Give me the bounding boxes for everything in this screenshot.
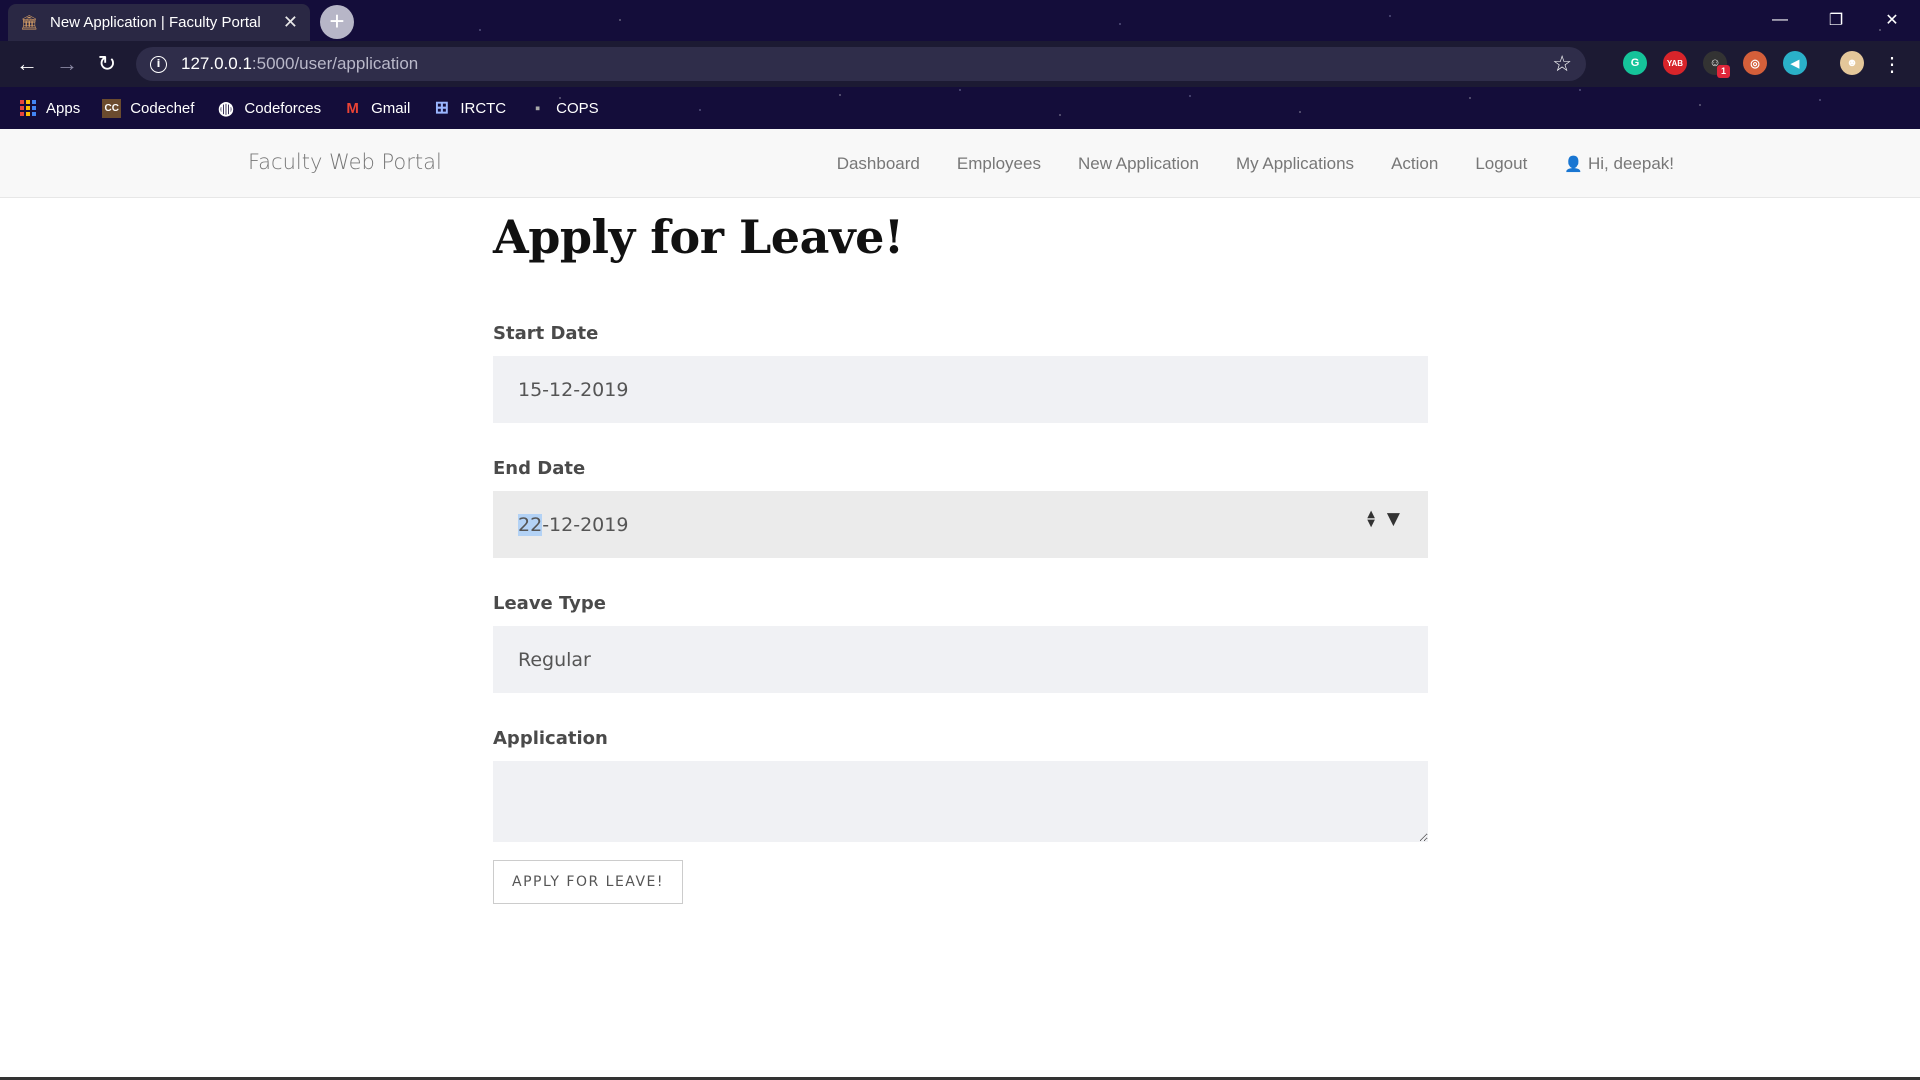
bookmark-gmail[interactable]: M Gmail bbox=[343, 99, 410, 118]
irctc-icon: ⊞ bbox=[434, 98, 449, 117]
bookmark-cops[interactable]: ▪ COPS bbox=[528, 99, 599, 118]
nav-my-applications[interactable]: My Applications bbox=[1236, 154, 1354, 174]
forward-arrow-icon[interactable]: → bbox=[52, 49, 82, 79]
apps-grid-icon bbox=[18, 99, 37, 118]
start-date-group: Start Date 15-12-2019 bbox=[493, 323, 1428, 423]
nav-logout[interactable]: Logout bbox=[1475, 154, 1527, 174]
leave-type-select[interactable]: Regular bbox=[493, 626, 1428, 693]
page-title: Apply for Leave! bbox=[493, 210, 904, 264]
tab-title: New Application | Faculty Portal bbox=[50, 14, 261, 31]
bookmark-star-icon[interactable]: ☆ bbox=[1552, 51, 1572, 77]
user-icon: 👤 bbox=[1564, 155, 1583, 173]
start-date-input[interactable]: 15-12-2019 bbox=[493, 356, 1428, 423]
browser-toolbar: ← → ↻ i 127.0.0.1 :5000/user/application… bbox=[0, 41, 1920, 87]
nav-new-application[interactable]: New Application bbox=[1078, 154, 1199, 174]
reload-icon[interactable]: ↻ bbox=[92, 49, 122, 79]
end-date-group: End Date 22 -12-2019 ▲ ▼ ▼ bbox=[493, 458, 1428, 558]
application-group: Application bbox=[493, 728, 1428, 842]
leave-type-label: Leave Type bbox=[493, 593, 607, 614]
browser-chrome: 🏛 New Application | Faculty Portal ✕ + —… bbox=[0, 0, 1920, 129]
new-tab-button[interactable]: + bbox=[320, 5, 354, 39]
bookmark-label: IRCTC bbox=[460, 99, 507, 117]
nav-links: Dashboard Employees New Application My A… bbox=[800, 129, 1674, 198]
site-info-icon[interactable]: i bbox=[150, 55, 167, 73]
application-textarea[interactable] bbox=[493, 761, 1428, 842]
bookmark-label: Codeforces bbox=[244, 99, 322, 117]
end-date-rest: -12-2019 bbox=[542, 513, 629, 536]
window-controls: — ❐ ✕ bbox=[1752, 0, 1920, 40]
glasses-extension-icon[interactable]: ◎ bbox=[1743, 51, 1767, 75]
bookmark-apps[interactable]: Apps bbox=[18, 99, 80, 118]
browser-tab-active[interactable]: 🏛 New Application | Faculty Portal ✕ bbox=[8, 4, 310, 41]
apply-for-leave-button[interactable]: APPLY FOR LEAVE! bbox=[493, 860, 684, 904]
close-window-icon[interactable]: ✕ bbox=[1864, 0, 1920, 40]
nav-dashboard[interactable]: Dashboard bbox=[837, 154, 920, 174]
profile-avatar-icon[interactable]: ☻ bbox=[1840, 51, 1864, 75]
ghost-extension-icon[interactable]: ☺ 1 bbox=[1703, 51, 1730, 78]
gmail-icon: M bbox=[346, 99, 359, 117]
nav-user-greeting[interactable]: 👤 Hi, deepak! bbox=[1564, 154, 1674, 174]
url-path: :5000/user/application bbox=[251, 54, 419, 73]
bookmark-irctc[interactable]: ⊞ IRCTC bbox=[432, 98, 507, 118]
leave-form: Apply for Leave! Start Date 15-12-2019 E… bbox=[493, 198, 1428, 904]
date-controls: ▲ ▼ ▼ bbox=[1367, 509, 1400, 529]
spinner-icon[interactable]: ▲ ▼ bbox=[1367, 510, 1375, 529]
back-arrow-icon[interactable]: ← bbox=[12, 49, 42, 79]
grammarly-icon[interactable]: G bbox=[1623, 51, 1647, 75]
bookmark-codechef[interactable]: CC Codechef bbox=[102, 98, 195, 118]
tab-close-icon[interactable]: ✕ bbox=[283, 12, 298, 33]
restore-icon[interactable]: ❐ bbox=[1808, 0, 1864, 40]
end-date-label: End Date bbox=[493, 458, 586, 479]
greeting-text: Hi, deepak! bbox=[1588, 153, 1674, 173]
minimize-icon[interactable]: — bbox=[1752, 0, 1808, 40]
bookmark-label: COPS bbox=[556, 99, 599, 117]
end-date-selected-segment[interactable]: 22 bbox=[518, 513, 543, 536]
leave-type-value: Regular bbox=[518, 648, 591, 671]
address-bar[interactable]: i 127.0.0.1 :5000/user/application ☆ bbox=[136, 47, 1586, 81]
start-date-label: Start Date bbox=[493, 323, 599, 344]
url-host: 127.0.0.1 bbox=[181, 54, 252, 73]
bookmark-codeforces[interactable]: ◍ Codeforces bbox=[216, 97, 322, 118]
bookmarks-bar: Apps CC Codechef ◍ Codeforces M Gmail ⊞ … bbox=[0, 87, 1920, 129]
brand-link[interactable]: Faculty Web Portal bbox=[248, 150, 442, 174]
site-navbar: Faculty Web Portal Dashboard Employees N… bbox=[0, 129, 1920, 198]
bookmark-label: Gmail bbox=[371, 99, 411, 117]
bookmark-label: Codechef bbox=[130, 99, 195, 117]
speaker-extension-icon[interactable]: ◀ bbox=[1783, 51, 1807, 75]
nav-employees[interactable]: Employees bbox=[957, 154, 1041, 174]
cops-icon: ▪ bbox=[534, 99, 541, 117]
browser-menu-icon[interactable]: ⋮ bbox=[1877, 49, 1907, 79]
dropdown-arrow-icon[interactable]: ▼ bbox=[1387, 509, 1400, 529]
globe-icon: ◍ bbox=[218, 97, 234, 118]
start-date-value: 15-12-2019 bbox=[518, 378, 629, 401]
codechef-icon: CC bbox=[102, 98, 122, 118]
leave-type-group: Leave Type Regular bbox=[493, 593, 1428, 693]
application-label: Application bbox=[493, 728, 608, 749]
bookmark-label: Apps bbox=[46, 99, 81, 117]
end-date-input[interactable]: 22 -12-2019 ▲ ▼ ▼ bbox=[493, 491, 1428, 558]
extension-badge: 1 bbox=[1717, 65, 1730, 78]
faculty-portal-favicon-icon: 🏛 bbox=[20, 14, 38, 30]
yab-icon[interactable]: YAB bbox=[1663, 51, 1687, 75]
nav-action[interactable]: Action bbox=[1391, 154, 1438, 174]
